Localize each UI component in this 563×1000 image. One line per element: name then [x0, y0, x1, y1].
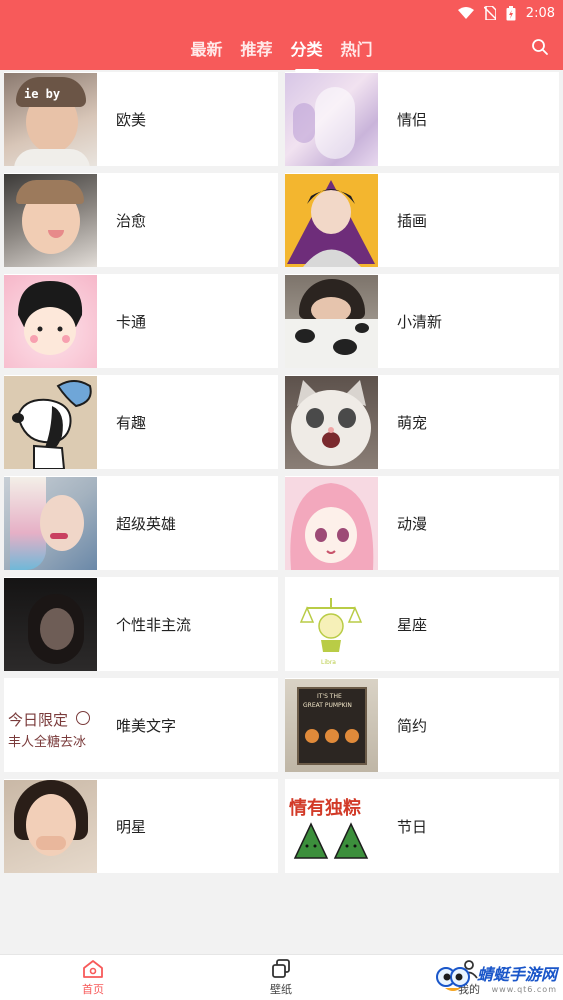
category-thumbnail — [285, 72, 378, 166]
category-thumbnail: 情有独粽 — [285, 779, 378, 873]
category-thumbnail — [4, 375, 97, 469]
category-card-zhiyu[interactable]: 治愈 — [4, 173, 278, 267]
tab-hot[interactable]: 热门 — [341, 36, 373, 66]
dragonfly-logo-icon — [435, 967, 470, 991]
category-card-jianyue[interactable]: IT'S THE GREAT PUMPKIN 简约 — [285, 678, 559, 772]
category-card-xiaoqingxin[interactable]: 小清新 — [285, 274, 559, 368]
category-label: 个性非主流 — [116, 615, 192, 634]
category-card-jieri[interactable]: 情有独粽 节日 — [285, 779, 559, 873]
category-card-chahua[interactable]: 插画 — [285, 173, 559, 267]
category-thumbnail: 今日限定 丰人全糖去冰 — [4, 678, 97, 772]
tab-categories[interactable]: 分类 — [291, 36, 323, 72]
nav-label: 壁纸 — [270, 983, 292, 996]
tab-recommended[interactable]: 推荐 — [240, 36, 272, 66]
category-card-weimeiwenzi[interactable]: 今日限定 丰人全糖去冰 唯美文字 — [4, 678, 278, 772]
status-bar: 2:08 — [457, 4, 555, 22]
no-sim-icon — [483, 6, 496, 20]
thumb-caption: 丰人全糖去冰 — [8, 734, 87, 750]
status-time: 2:08 — [525, 5, 555, 21]
app-header: 2:08 最新 推荐 分类 热门 — [0, 0, 563, 72]
watermark-url: www.qt6.com — [491, 984, 557, 994]
category-thumbnail — [4, 173, 97, 267]
home-icon — [83, 960, 103, 978]
nav-home[interactable]: 首页 — [58, 959, 128, 997]
category-label: 小清新 — [397, 312, 443, 331]
category-thumbnail — [285, 375, 378, 469]
category-label: 情侣 — [397, 110, 428, 129]
category-label: 欧美 — [116, 110, 147, 129]
thumb-caption: IT'S THE — [317, 692, 342, 700]
category-thumbnail: IT'S THE GREAT PUMPKIN — [285, 678, 378, 772]
thumb-caption: ie by — [24, 86, 61, 101]
category-thumbnail — [4, 476, 97, 570]
category-card-youqu[interactable]: 有趣 — [4, 375, 278, 469]
category-card-katong[interactable]: 卡通 — [4, 274, 278, 368]
category-card-chaojiyingxiong[interactable]: 超级英雄 — [4, 476, 278, 570]
category-card-mingxing[interactable]: 明星 — [4, 779, 278, 873]
category-label: 明星 — [116, 817, 147, 836]
category-thumbnail — [4, 577, 97, 671]
bottom-navigation: 首页 壁纸 我的 蜻蜓手游网 www.qt6.com — [0, 954, 563, 1000]
category-thumbnail — [285, 274, 378, 368]
watermark-name: 蜻蜓手游网 — [476, 964, 557, 984]
category-thumbnail — [285, 173, 378, 267]
category-thumbnail — [4, 274, 97, 368]
wifi-icon — [457, 7, 474, 19]
category-card-mengchong[interactable]: 萌宠 — [285, 375, 559, 469]
watermark: 蜻蜓手游网 www.qt6.com — [433, 960, 557, 994]
category-label: 唯美文字 — [116, 716, 177, 735]
category-thumbnail: Libra — [285, 577, 378, 671]
nav-label: 首页 — [82, 983, 104, 996]
category-label: 节日 — [397, 817, 428, 836]
wallpaper-icon — [272, 959, 290, 978]
category-card-dongman[interactable]: 动漫 — [285, 476, 559, 570]
category-card-oumei[interactable]: ie by 欧美 — [4, 72, 278, 166]
nav-wallpaper[interactable]: 壁纸 — [246, 959, 316, 997]
category-label: 简约 — [397, 716, 428, 735]
thumb-caption: 今日限定 — [8, 710, 69, 729]
category-label: 星座 — [397, 615, 428, 634]
search-icon[interactable] — [531, 38, 549, 56]
category-thumbnail — [285, 476, 378, 570]
category-label: 有趣 — [116, 413, 147, 432]
category-label: 卡通 — [116, 312, 147, 331]
category-label: 超级英雄 — [116, 514, 177, 533]
thumb-caption: GREAT PUMPKIN — [303, 701, 352, 709]
top-tabs: 最新 推荐 分类 热门 — [0, 36, 563, 72]
battery-icon — [506, 5, 516, 20]
svg-text:Libra: Libra — [321, 659, 336, 666]
category-label: 插画 — [397, 211, 428, 230]
category-label: 动漫 — [397, 514, 428, 533]
category-thumbnail: ie by — [4, 72, 97, 166]
category-thumbnail — [4, 779, 97, 873]
category-grid: ie by 欧美 情侣 治愈 插画 卡通 小清新 有趣 萌宠 超级英雄 动漫 个… — [4, 72, 559, 873]
tab-latest[interactable]: 最新 — [190, 36, 222, 66]
category-card-qinglv[interactable]: 情侣 — [285, 72, 559, 166]
category-label: 治愈 — [116, 211, 147, 230]
category-label: 萌宠 — [397, 413, 428, 432]
category-card-xingzuo[interactable]: Libra 星座 — [285, 577, 559, 671]
category-card-gexingfeizhuliu[interactable]: 个性非主流 — [4, 577, 278, 671]
